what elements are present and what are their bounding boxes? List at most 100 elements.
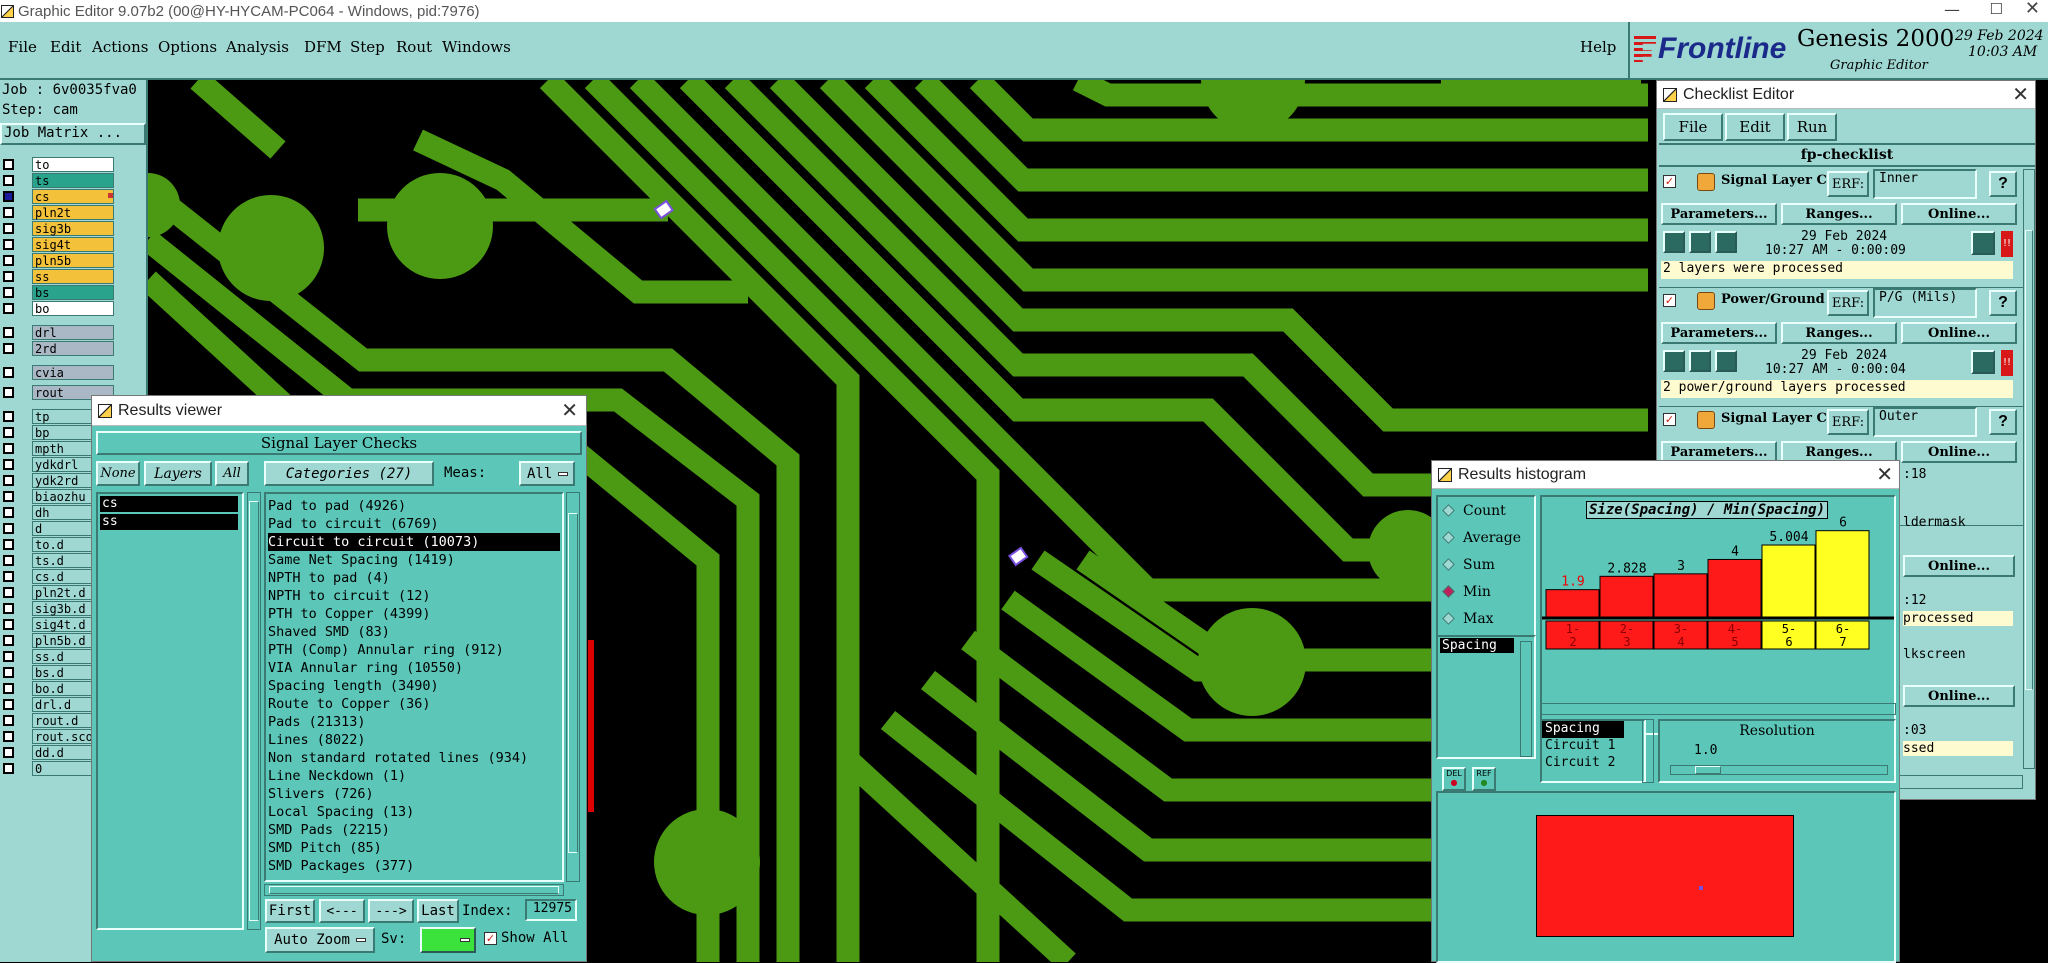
auto-zoom-dropdown[interactable]: Auto Zoom — [265, 927, 375, 953]
run-icon[interactable] — [1689, 350, 1711, 372]
ranges-button[interactable]: Ranges... — [1781, 203, 1897, 225]
category-item[interactable]: Route to Copper (36) — [268, 695, 560, 713]
layer-row[interactable]: ts — [0, 172, 148, 188]
erf-value[interactable]: P/G (Mils) — [1873, 288, 1977, 318]
category-item[interactable]: Circuit to circuit (10073) — [268, 533, 560, 551]
category-item[interactable]: SMD Pads (2215) — [268, 821, 560, 839]
legend-scrollbar[interactable] — [1642, 719, 1654, 783]
ref-tool-icon[interactable]: REF ● — [1472, 767, 1496, 791]
results-layer-item[interactable]: cs — [100, 496, 238, 512]
prev-button[interactable]: <--- — [319, 899, 365, 923]
delete-tool-icon[interactable]: DEL ● — [1442, 767, 1466, 791]
layer-checkbox[interactable] — [3, 158, 14, 170]
category-item[interactable]: NPTH to pad (4) — [268, 569, 560, 587]
action-help-button[interactable]: ? — [1989, 171, 2017, 197]
close-icon[interactable]: ✕ — [1876, 462, 1893, 487]
action-checkbox[interactable]: ✓ — [1663, 175, 1676, 188]
layer-row[interactable]: sig3b — [0, 220, 148, 236]
minimize-button[interactable]: — — [1944, 0, 1960, 19]
close-icon[interactable]: ✕ — [561, 398, 578, 423]
meas-dropdown[interactable]: All — [519, 461, 575, 486]
menu-step[interactable]: Step — [350, 38, 396, 56]
layer-checkbox[interactable] — [3, 206, 14, 218]
radio-count[interactable]: Count — [1438, 497, 1534, 524]
category-item[interactable]: PTH (Comp) Annular ring (912) — [268, 641, 560, 659]
layer-checkbox[interactable] — [3, 634, 14, 646]
category-item[interactable]: NPTH to circuit (12) — [268, 587, 560, 605]
layer-checkbox[interactable] — [3, 522, 14, 534]
layer-checkbox[interactable] — [3, 698, 14, 710]
layer-checkbox[interactable] — [3, 458, 14, 470]
online-button[interactable]: Online... — [1903, 555, 2015, 577]
measure-item[interactable]: Spacing — [1440, 638, 1514, 653]
parameters-button[interactable]: Parameters... — [1661, 322, 1777, 344]
next-button[interactable]: ---> — [368, 899, 414, 923]
layer-checkbox[interactable] — [3, 302, 14, 314]
checklist-scrollbar[interactable] — [2023, 169, 2035, 769]
category-item[interactable]: Pad to circuit (6769) — [268, 515, 560, 533]
checklist-menu-run[interactable]: Run — [1787, 113, 1837, 141]
run-icon[interactable] — [1715, 350, 1737, 372]
category-item[interactable]: Spacing length (3490) — [268, 677, 560, 695]
menu-options[interactable]: Options — [158, 38, 226, 56]
erf-value[interactable]: Outer — [1873, 407, 1977, 437]
layer-checkbox[interactable] — [3, 426, 14, 438]
ranges-button[interactable]: Ranges... — [1781, 322, 1897, 344]
layer-checkbox[interactable] — [3, 342, 14, 354]
show-all-checkbox[interactable]: ✓ Show All — [484, 930, 568, 946]
legend-item[interactable]: Circuit 2 — [1542, 755, 1644, 772]
layer-row[interactable]: cvia — [0, 364, 148, 380]
sv-color-dropdown[interactable] — [420, 927, 476, 953]
layer-checkbox[interactable] — [3, 618, 14, 630]
layer-row[interactable]: 2rd — [0, 340, 148, 356]
layer-checkbox[interactable] — [3, 174, 14, 186]
layer-checkbox[interactable] — [3, 286, 14, 298]
menu-rout[interactable]: Rout — [396, 38, 442, 56]
zoom-results-icon[interactable] — [1971, 231, 1995, 255]
category-item[interactable]: PTH to Copper (4399) — [268, 605, 560, 623]
action-checkbox[interactable]: ✓ — [1663, 413, 1676, 426]
menu-help[interactable]: Help — [1580, 38, 1616, 56]
last-button[interactable]: Last — [417, 899, 459, 923]
chart-hscrollbar[interactable] — [1540, 703, 1896, 715]
action-help-button[interactable]: ? — [1989, 290, 2017, 316]
categories-hscrollbar[interactable] — [264, 884, 564, 896]
layer-checkbox[interactable] — [3, 554, 14, 566]
category-item[interactable]: SMD Packages (377) — [268, 857, 560, 875]
histogram-bar[interactable] — [1653, 573, 1708, 618]
none-button[interactable]: None — [96, 461, 140, 486]
category-item[interactable]: Same Net Spacing (1419) — [268, 551, 560, 569]
close-button[interactable]: ✕ — [2025, 0, 2040, 19]
online-button[interactable]: Online... — [1903, 685, 2015, 707]
layer-row[interactable]: pln5b — [0, 252, 148, 268]
results-layer-item[interactable]: ss — [100, 514, 238, 530]
layer-checkbox[interactable] — [3, 410, 14, 422]
index-input[interactable]: 12975 — [525, 899, 577, 921]
histogram-bar[interactable] — [1761, 544, 1816, 618]
layer-checkbox[interactable] — [3, 682, 14, 694]
legend-item[interactable]: Circuit 1 — [1542, 738, 1644, 755]
category-item[interactable]: Local Spacing (13) — [268, 803, 560, 821]
category-item[interactable]: Pad to pad (4926) — [268, 497, 560, 515]
layer-list-scrollbar[interactable] — [247, 492, 261, 930]
erf-value[interactable]: Inner — [1873, 169, 1977, 199]
layer-checkbox[interactable] — [3, 254, 14, 266]
menu-file[interactable]: File — [8, 38, 50, 56]
layer-checkbox[interactable] — [3, 762, 14, 774]
layer-checkbox[interactable] — [3, 386, 14, 398]
layer-row[interactable]: sig4t — [0, 236, 148, 252]
measure-scrollbar[interactable] — [1520, 641, 1532, 757]
layer-checkbox[interactable] — [3, 366, 14, 378]
category-item[interactable]: Non standard rotated lines (934) — [268, 749, 560, 767]
layer-checkbox[interactable] — [3, 490, 14, 502]
layer-checkbox[interactable] — [3, 586, 14, 598]
layer-checkbox[interactable] — [3, 570, 14, 582]
layer-checkbox[interactable] — [3, 602, 14, 614]
checklist-menu-file[interactable]: File — [1663, 113, 1723, 141]
radio-sum[interactable]: Sum — [1438, 551, 1534, 578]
layer-checkbox[interactable] — [3, 442, 14, 454]
online-button[interactable]: Online... — [1901, 203, 2017, 225]
first-button[interactable]: First — [265, 899, 315, 923]
layer-checkbox[interactable] — [3, 714, 14, 726]
layer-checkbox[interactable] — [3, 270, 14, 282]
